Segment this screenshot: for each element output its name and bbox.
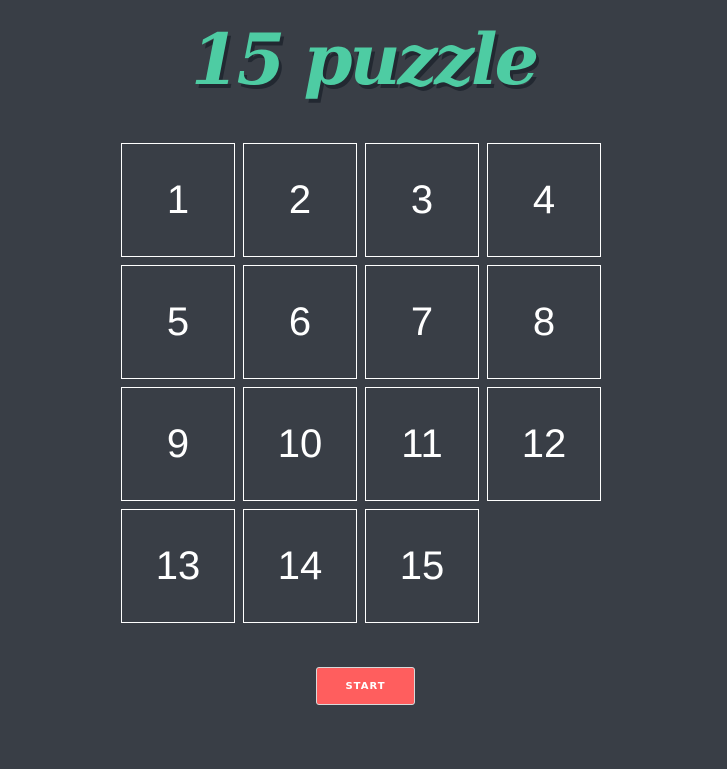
puzzle-tile[interactable]: 6	[243, 265, 357, 379]
puzzle-tile[interactable]: 11	[365, 387, 479, 501]
empty-slot	[487, 509, 601, 623]
puzzle-tile[interactable]: 8	[487, 265, 601, 379]
puzzle-tile[interactable]: 14	[243, 509, 357, 623]
puzzle-tile[interactable]: 5	[121, 265, 235, 379]
puzzle-tile[interactable]: 3	[365, 143, 479, 257]
start-button[interactable]: START	[316, 667, 415, 705]
puzzle-tile[interactable]: 15	[365, 509, 479, 623]
puzzle-tile[interactable]: 4	[487, 143, 601, 257]
puzzle-tile[interactable]: 9	[121, 387, 235, 501]
puzzle-tile[interactable]: 2	[243, 143, 357, 257]
puzzle-tile[interactable]: 10	[243, 387, 357, 501]
puzzle-tile[interactable]: 13	[121, 509, 235, 623]
puzzle-tile[interactable]: 7	[365, 265, 479, 379]
puzzle-board: 1 2 3 4 5 6 7 8 9 10 11 12 13 14 15	[121, 143, 601, 623]
puzzle-tile[interactable]: 12	[487, 387, 601, 501]
page-title: 15 puzzle	[190, 18, 539, 101]
puzzle-tile[interactable]: 1	[121, 143, 235, 257]
